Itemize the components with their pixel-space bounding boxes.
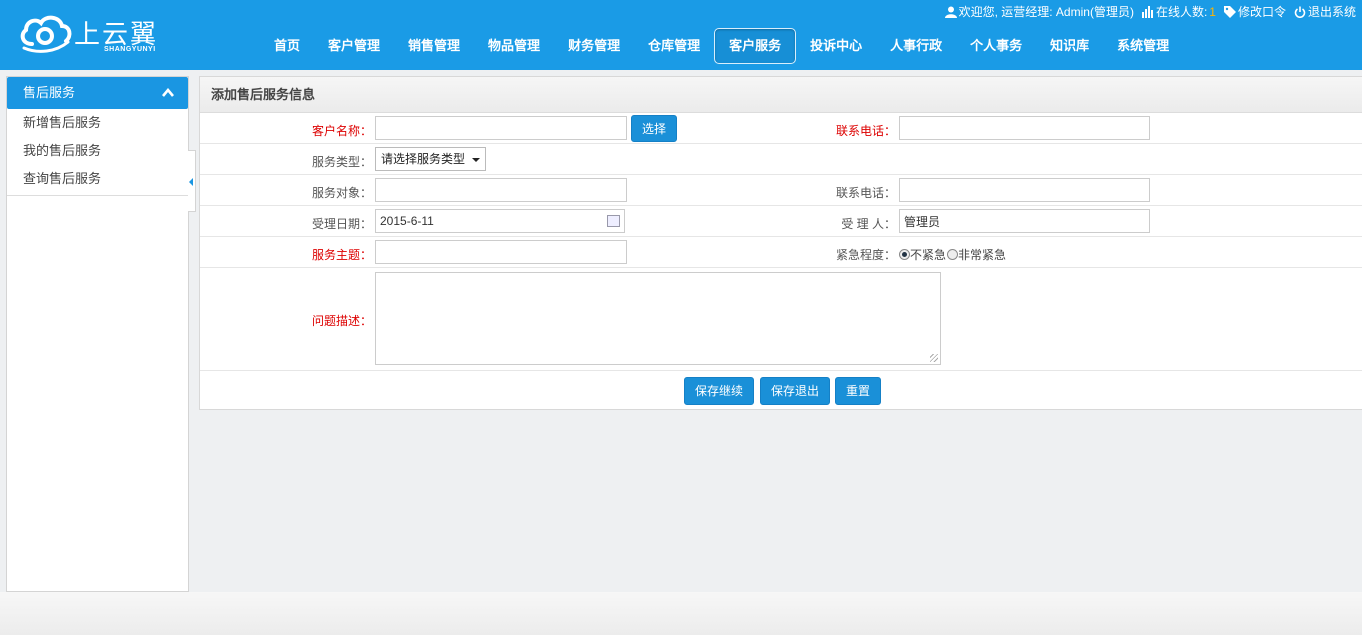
nav-personal-affairs[interactable]: 个人事务 — [956, 28, 1036, 64]
phone-input[interactable] — [899, 116, 1150, 140]
accept-date-value: 2015-6-11 — [380, 214, 434, 228]
phone2-label: 联系电话： — [835, 186, 896, 200]
online-count: 1 — [1209, 4, 1216, 19]
tag-icon — [1223, 5, 1236, 18]
nav-sales-management[interactable]: 销售管理 — [394, 28, 474, 64]
form-row-date: 受理日期： 2015-6-11 受 理 人： — [200, 206, 1362, 237]
form-row-description: 问题描述： — [200, 268, 1362, 371]
service-target-label: 服务对象： — [311, 186, 372, 200]
user-toolbar: 欢迎您, 运营经理: Admin(管理员) 在线人数: 1 修改口令 退出系统 — [944, 3, 1356, 20]
sidebar-collapse-handle[interactable] — [188, 150, 196, 212]
customer-name-label: 客户名称： — [311, 124, 372, 138]
radio-unchecked-icon — [947, 249, 958, 260]
top-header: 上云翼 SHANGYUNYI 欢迎您, 运营经理: Admin(管理员) 在线人… — [0, 0, 1362, 70]
urgency-label: 紧急程度： — [835, 248, 896, 262]
form-row-service-type: 服务类型： 请选择服务类型 — [200, 144, 1362, 175]
nav-hr-admin[interactable]: 人事行政 — [876, 28, 956, 64]
calendar-icon[interactable] — [607, 215, 620, 227]
chevron-up-icon — [162, 88, 174, 97]
urgency-option-urgent[interactable]: 非常紧急 — [947, 246, 1006, 263]
sidebar-item-my-service[interactable]: 我的售后服务 — [7, 137, 188, 165]
reset-button[interactable]: 重置 — [835, 377, 881, 405]
urgency-option-normal-label: 不紧急 — [910, 248, 947, 262]
nav-complaint-center[interactable]: 投诉中心 — [796, 28, 876, 64]
user-info: 欢迎您, 运营经理: Admin(管理员) — [944, 3, 1134, 20]
service-type-value: 请选择服务类型 — [381, 152, 466, 166]
sidebar: 售后服务 新增售后服务 我的售后服务 查询售后服务 — [6, 76, 189, 592]
logout-link[interactable]: 退出系统 — [1294, 3, 1356, 20]
service-subject-input[interactable] — [375, 240, 627, 264]
change-password-link[interactable]: 修改口令 — [1223, 3, 1286, 20]
service-type-label: 服务类型： — [311, 155, 372, 169]
select-customer-button[interactable]: 选择 — [631, 115, 677, 142]
form-row-customer: 客户名称： 选择 联系电话： — [200, 113, 1362, 144]
problem-description-textarea[interactable] — [375, 272, 941, 365]
urgency-option-normal[interactable]: 不紧急 — [899, 246, 946, 263]
form-actions: 保存继续 保存退出 重置 — [200, 371, 1362, 409]
cloud-logo-icon — [20, 15, 72, 53]
logo: 上云翼 SHANGYUNYI — [18, 12, 178, 58]
caret-down-icon — [472, 158, 480, 162]
form-row-subject: 服务主题： 紧急程度： 不紧急 非常紧急 — [200, 237, 1362, 268]
nav-customer-service[interactable]: 客户服务 — [714, 28, 797, 64]
sidebar-item-new-service[interactable]: 新增售后服务 — [7, 109, 188, 137]
online-label: 在线人数: — [1155, 5, 1208, 19]
main-nav: 首页 客户管理 销售管理 物品管理 财务管理 仓库管理 客户服务 投诉中心 人事… — [260, 28, 1183, 64]
form-panel: 添加售后服务信息 客户名称： 选择 联系电话： 服务类型： 请选择服务类型 服务… — [199, 76, 1362, 410]
nav-knowledge-base[interactable]: 知识库 — [1036, 28, 1103, 64]
sidebar-title: 售后服务 — [23, 85, 76, 100]
service-subject-label: 服务主题： — [311, 248, 372, 262]
handler-input[interactable] — [899, 209, 1150, 233]
logo-subtext: SHANGYUNYI — [104, 46, 156, 53]
sidebar-divider — [7, 195, 188, 196]
footer-bar — [0, 592, 1362, 635]
radio-checked-icon — [899, 249, 910, 260]
nav-customer-management[interactable]: 客户管理 — [314, 28, 394, 64]
save-continue-button[interactable]: 保存继续 — [684, 377, 754, 405]
accept-date-input[interactable]: 2015-6-11 — [375, 209, 625, 233]
sidebar-item-query-service[interactable]: 查询售后服务 — [7, 165, 188, 193]
logout-label: 退出系统 — [1307, 5, 1356, 19]
urgency-option-urgent-label: 非常紧急 — [958, 248, 1007, 262]
bar-chart-icon — [1141, 5, 1153, 18]
nav-system-management[interactable]: 系统管理 — [1103, 28, 1183, 64]
online-users: 在线人数: 1 — [1141, 3, 1216, 20]
service-type-select[interactable]: 请选择服务类型 — [375, 147, 486, 171]
panel-title: 添加售后服务信息 — [200, 77, 1362, 113]
accept-date-label: 受理日期： — [311, 217, 372, 231]
service-target-input[interactable] — [375, 178, 627, 202]
change-password-label: 修改口令 — [1237, 5, 1286, 19]
nav-finance-management[interactable]: 财务管理 — [554, 28, 634, 64]
phone-label: 联系电话： — [835, 124, 896, 138]
phone2-input[interactable] — [899, 178, 1150, 202]
collapse-arrow-icon — [189, 178, 193, 186]
user-icon — [944, 6, 957, 18]
nav-home[interactable]: 首页 — [260, 28, 314, 64]
sidebar-header[interactable]: 售后服务 — [7, 77, 188, 109]
problem-description-label: 问题描述： — [311, 314, 372, 328]
nav-goods-management[interactable]: 物品管理 — [474, 28, 554, 64]
customer-name-input[interactable] — [375, 116, 627, 140]
resize-grip-icon[interactable] — [930, 354, 938, 362]
form-row-target: 服务对象： 联系电话： — [200, 175, 1362, 206]
save-exit-button[interactable]: 保存退出 — [760, 377, 830, 405]
handler-label: 受 理 人： — [841, 217, 896, 231]
nav-warehouse-management[interactable]: 仓库管理 — [634, 28, 714, 64]
user-text: 欢迎您, 运营经理: Admin(管理员) — [958, 5, 1134, 19]
power-icon — [1294, 6, 1306, 18]
